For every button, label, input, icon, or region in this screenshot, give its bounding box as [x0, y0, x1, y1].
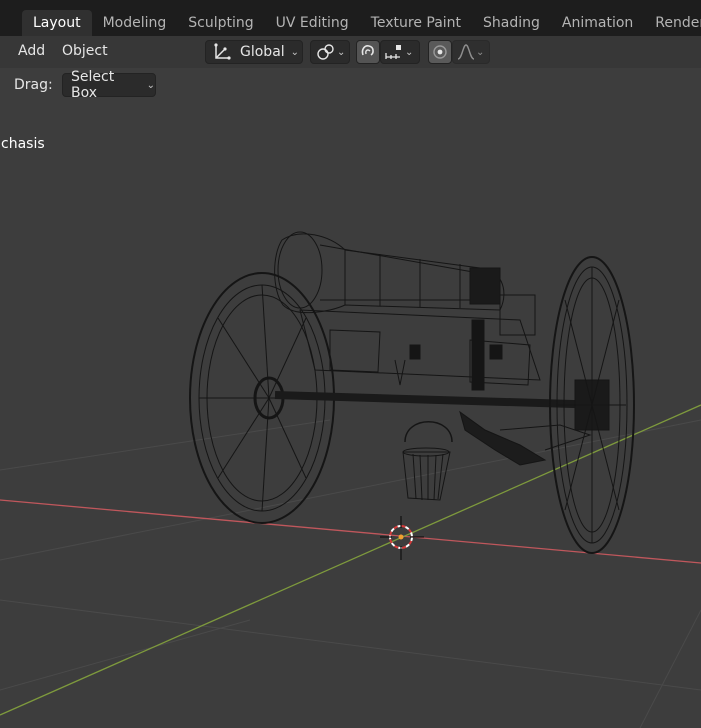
bucket	[402, 421, 453, 501]
chevron-down-icon: ⌄	[476, 46, 485, 58]
workspace-tabs: Layout Modeling Sculpting UV Editing Tex…	[22, 10, 701, 36]
3d-viewport[interactable]: Add Object Global ⌄ ⌄ ⌄ ⌄ Drag: Select B…	[0, 36, 701, 728]
link-circles-icon	[316, 43, 336, 61]
tab-modeling[interactable]: Modeling	[92, 10, 178, 36]
transform-orientation-dropdown[interactable]: Global ⌄	[205, 40, 303, 64]
chevron-down-icon: ⌄	[146, 79, 155, 91]
right-wheel	[549, 256, 635, 554]
chevron-down-icon: ⌄	[337, 46, 346, 58]
object-menu[interactable]: Object	[62, 43, 108, 59]
workspace-tab-bar: Layout Modeling Sculpting UV Editing Tex…	[0, 0, 701, 36]
falloff-dropdown[interactable]: ⌄	[452, 40, 490, 64]
x-axis-line	[0, 499, 701, 564]
tab-rendering[interactable]: Rendering	[644, 10, 701, 36]
orientation-axes-icon	[212, 43, 232, 61]
cannon-barrel	[274, 231, 536, 336]
drag-select-value: Select Box	[71, 69, 115, 101]
add-menu[interactable]: Add	[18, 43, 45, 59]
drag-label: Drag:	[14, 77, 53, 93]
snap-toggle[interactable]	[356, 40, 380, 64]
tab-texture-paint[interactable]: Texture Paint	[360, 10, 472, 36]
proportional-circle-icon	[431, 43, 449, 61]
active-object-name: chasis	[1, 136, 45, 152]
tab-shading[interactable]: Shading	[472, 10, 551, 36]
cannon-wireframe	[189, 231, 635, 554]
magnet-icon	[359, 43, 377, 61]
snap-target-dropdown[interactable]: ⌄	[380, 40, 420, 64]
falloff-curve-icon	[456, 43, 476, 61]
tab-layout[interactable]: Layout	[22, 10, 92, 36]
floor-grid	[0, 419, 701, 728]
snap-increment-icon	[384, 43, 404, 61]
chevron-down-icon: ⌄	[290, 46, 300, 58]
tab-animation[interactable]: Animation	[551, 10, 644, 36]
chevron-down-icon: ⌄	[405, 46, 414, 58]
y-axis-line	[0, 404, 701, 716]
viewport-scene	[0, 231, 701, 728]
drag-select-dropdown[interactable]: Select Box ⌄	[62, 69, 156, 101]
tab-sculpting[interactable]: Sculpting	[177, 10, 264, 36]
proportional-edit-toggle[interactable]	[428, 40, 452, 64]
tab-uv-editing[interactable]: UV Editing	[265, 10, 360, 36]
transform-orientation-value: Global	[240, 44, 285, 60]
pivot-point-dropdown[interactable]: ⌄	[310, 40, 350, 64]
